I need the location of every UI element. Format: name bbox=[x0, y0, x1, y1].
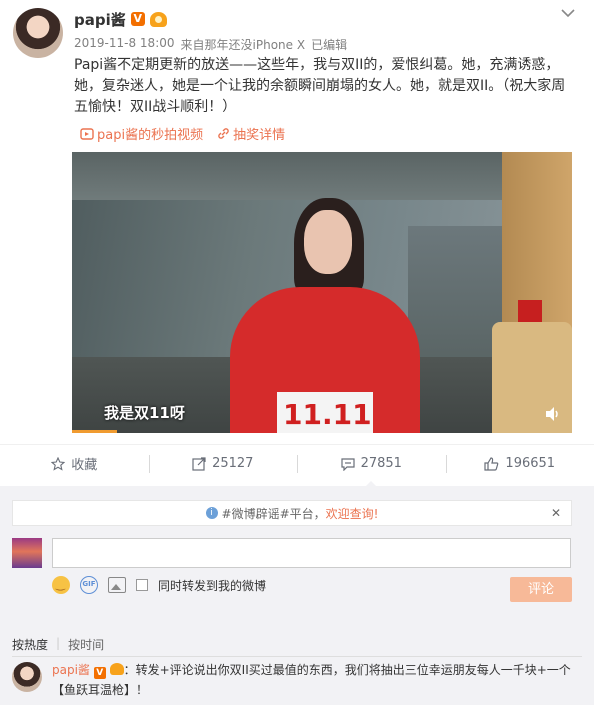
like-count: 196651 bbox=[505, 456, 556, 471]
author-name[interactable]: papi酱 bbox=[74, 9, 126, 30]
submit-comment-button[interactable]: 评论 bbox=[510, 577, 572, 602]
volume-icon[interactable] bbox=[544, 406, 562, 426]
commenter-name[interactable]: papi酱 bbox=[52, 663, 90, 677]
lottery-link-label: 抽奖详情 bbox=[233, 128, 286, 143]
comment-section: i #微博辟谣#平台， 欢迎查询! ✕ GIF 同时转发到我的微博 评论 按热度… bbox=[0, 486, 594, 705]
sort-tabs: 按热度 | 按时间 bbox=[12, 636, 104, 653]
forward-label[interactable]: 同时转发到我的微博 bbox=[158, 577, 266, 594]
post-links: papi酱的秒拍视频 抽奖详情 bbox=[80, 124, 285, 143]
lottery-link[interactable]: 抽奖详情 bbox=[217, 124, 285, 143]
like-button[interactable]: 196651 bbox=[445, 445, 594, 482]
verified-badge-icon[interactable]: V bbox=[93, 667, 106, 679]
comment-tools: GIF 同时转发到我的微博 bbox=[52, 576, 266, 594]
post-date[interactable]: 2019-11-8 18:00 bbox=[74, 36, 175, 53]
author-avatar[interactable] bbox=[13, 8, 63, 58]
comment-input[interactable] bbox=[52, 538, 571, 568]
comment-icon bbox=[340, 457, 355, 471]
post-source[interactable]: 那年还没iPhone X bbox=[205, 36, 306, 53]
forward-checkbox[interactable] bbox=[136, 579, 148, 591]
my-avatar[interactable] bbox=[12, 538, 42, 568]
video-link[interactable]: papi酱的秒拍视频 bbox=[80, 124, 203, 143]
repost-count: 25127 bbox=[212, 456, 254, 471]
notice-text[interactable]: #微博辟谣#平台， bbox=[222, 505, 326, 522]
thumbs-up-icon bbox=[484, 456, 499, 471]
source-prefix: 来自 bbox=[180, 38, 205, 52]
vip-crown-icon[interactable] bbox=[149, 11, 167, 27]
weibo-post-card: papi酱 V 2019-11-8 18:00 来自 那年还没iPhone X … bbox=[0, 0, 594, 705]
link-icon bbox=[218, 128, 229, 139]
video-caption: 我是双11呀 bbox=[104, 404, 185, 422]
video-player[interactable]: 11.11 我是双11呀 bbox=[72, 152, 572, 433]
comment-text: ：转发+评论说出你双II买过最值的东西，我们将抽出三位幸运朋友每人一千块+一个【… bbox=[52, 663, 571, 697]
edited-label[interactable]: 已编辑 bbox=[311, 36, 347, 53]
video-icon bbox=[80, 127, 94, 140]
sort-by-hot-tab[interactable]: 按热度 bbox=[12, 636, 48, 653]
emoji-icon[interactable] bbox=[52, 576, 70, 594]
notice-link[interactable]: 欢迎查询! bbox=[326, 505, 379, 522]
info-icon: i bbox=[205, 507, 218, 519]
sort-by-time-tab[interactable]: 按时间 bbox=[68, 636, 104, 653]
verified-badge-icon[interactable]: V bbox=[130, 12, 145, 26]
rumor-notice-bar: i #微博辟谣#平台， 欢迎查询! ✕ bbox=[12, 500, 572, 526]
star-icon bbox=[51, 456, 66, 471]
vip-crown-icon[interactable] bbox=[109, 663, 124, 675]
post-meta: 2019-11-8 18:00 来自 那年还没iPhone X 已编辑 bbox=[74, 36, 347, 53]
video-sign-text: 11.11 bbox=[283, 398, 372, 431]
comment-count: 27851 bbox=[360, 456, 402, 471]
gif-icon[interactable]: GIF bbox=[80, 576, 98, 594]
post-text: Papi酱不定期更新的放送——这些年，我与双II的，爱恨纠葛。她，充满诱惑，她，… bbox=[74, 57, 566, 115]
close-icon[interactable]: ✕ bbox=[551, 506, 561, 520]
commenter-avatar[interactable] bbox=[12, 662, 42, 692]
video-progress-bar[interactable] bbox=[72, 430, 117, 433]
sort-separator: | bbox=[56, 636, 61, 650]
comment-button[interactable]: 27851 bbox=[297, 445, 446, 487]
divider bbox=[12, 656, 582, 657]
image-icon[interactable] bbox=[108, 577, 126, 593]
video-link-label: papi酱的秒拍视频 bbox=[97, 128, 204, 143]
repost-button[interactable]: 25127 bbox=[148, 445, 298, 482]
favorite-label: 收藏 bbox=[71, 458, 98, 473]
share-icon bbox=[192, 456, 206, 471]
author-row: papi酱 V bbox=[74, 8, 167, 30]
action-bar: 收藏 25127 27851 196651 bbox=[0, 444, 594, 487]
chevron-down-icon[interactable] bbox=[561, 6, 577, 20]
favorite-button[interactable]: 收藏 bbox=[0, 445, 149, 482]
comment-item: papi酱 V ：转发+评论说出你双II买过最值的东西，我们将抽出三位幸运朋友每… bbox=[52, 660, 572, 700]
